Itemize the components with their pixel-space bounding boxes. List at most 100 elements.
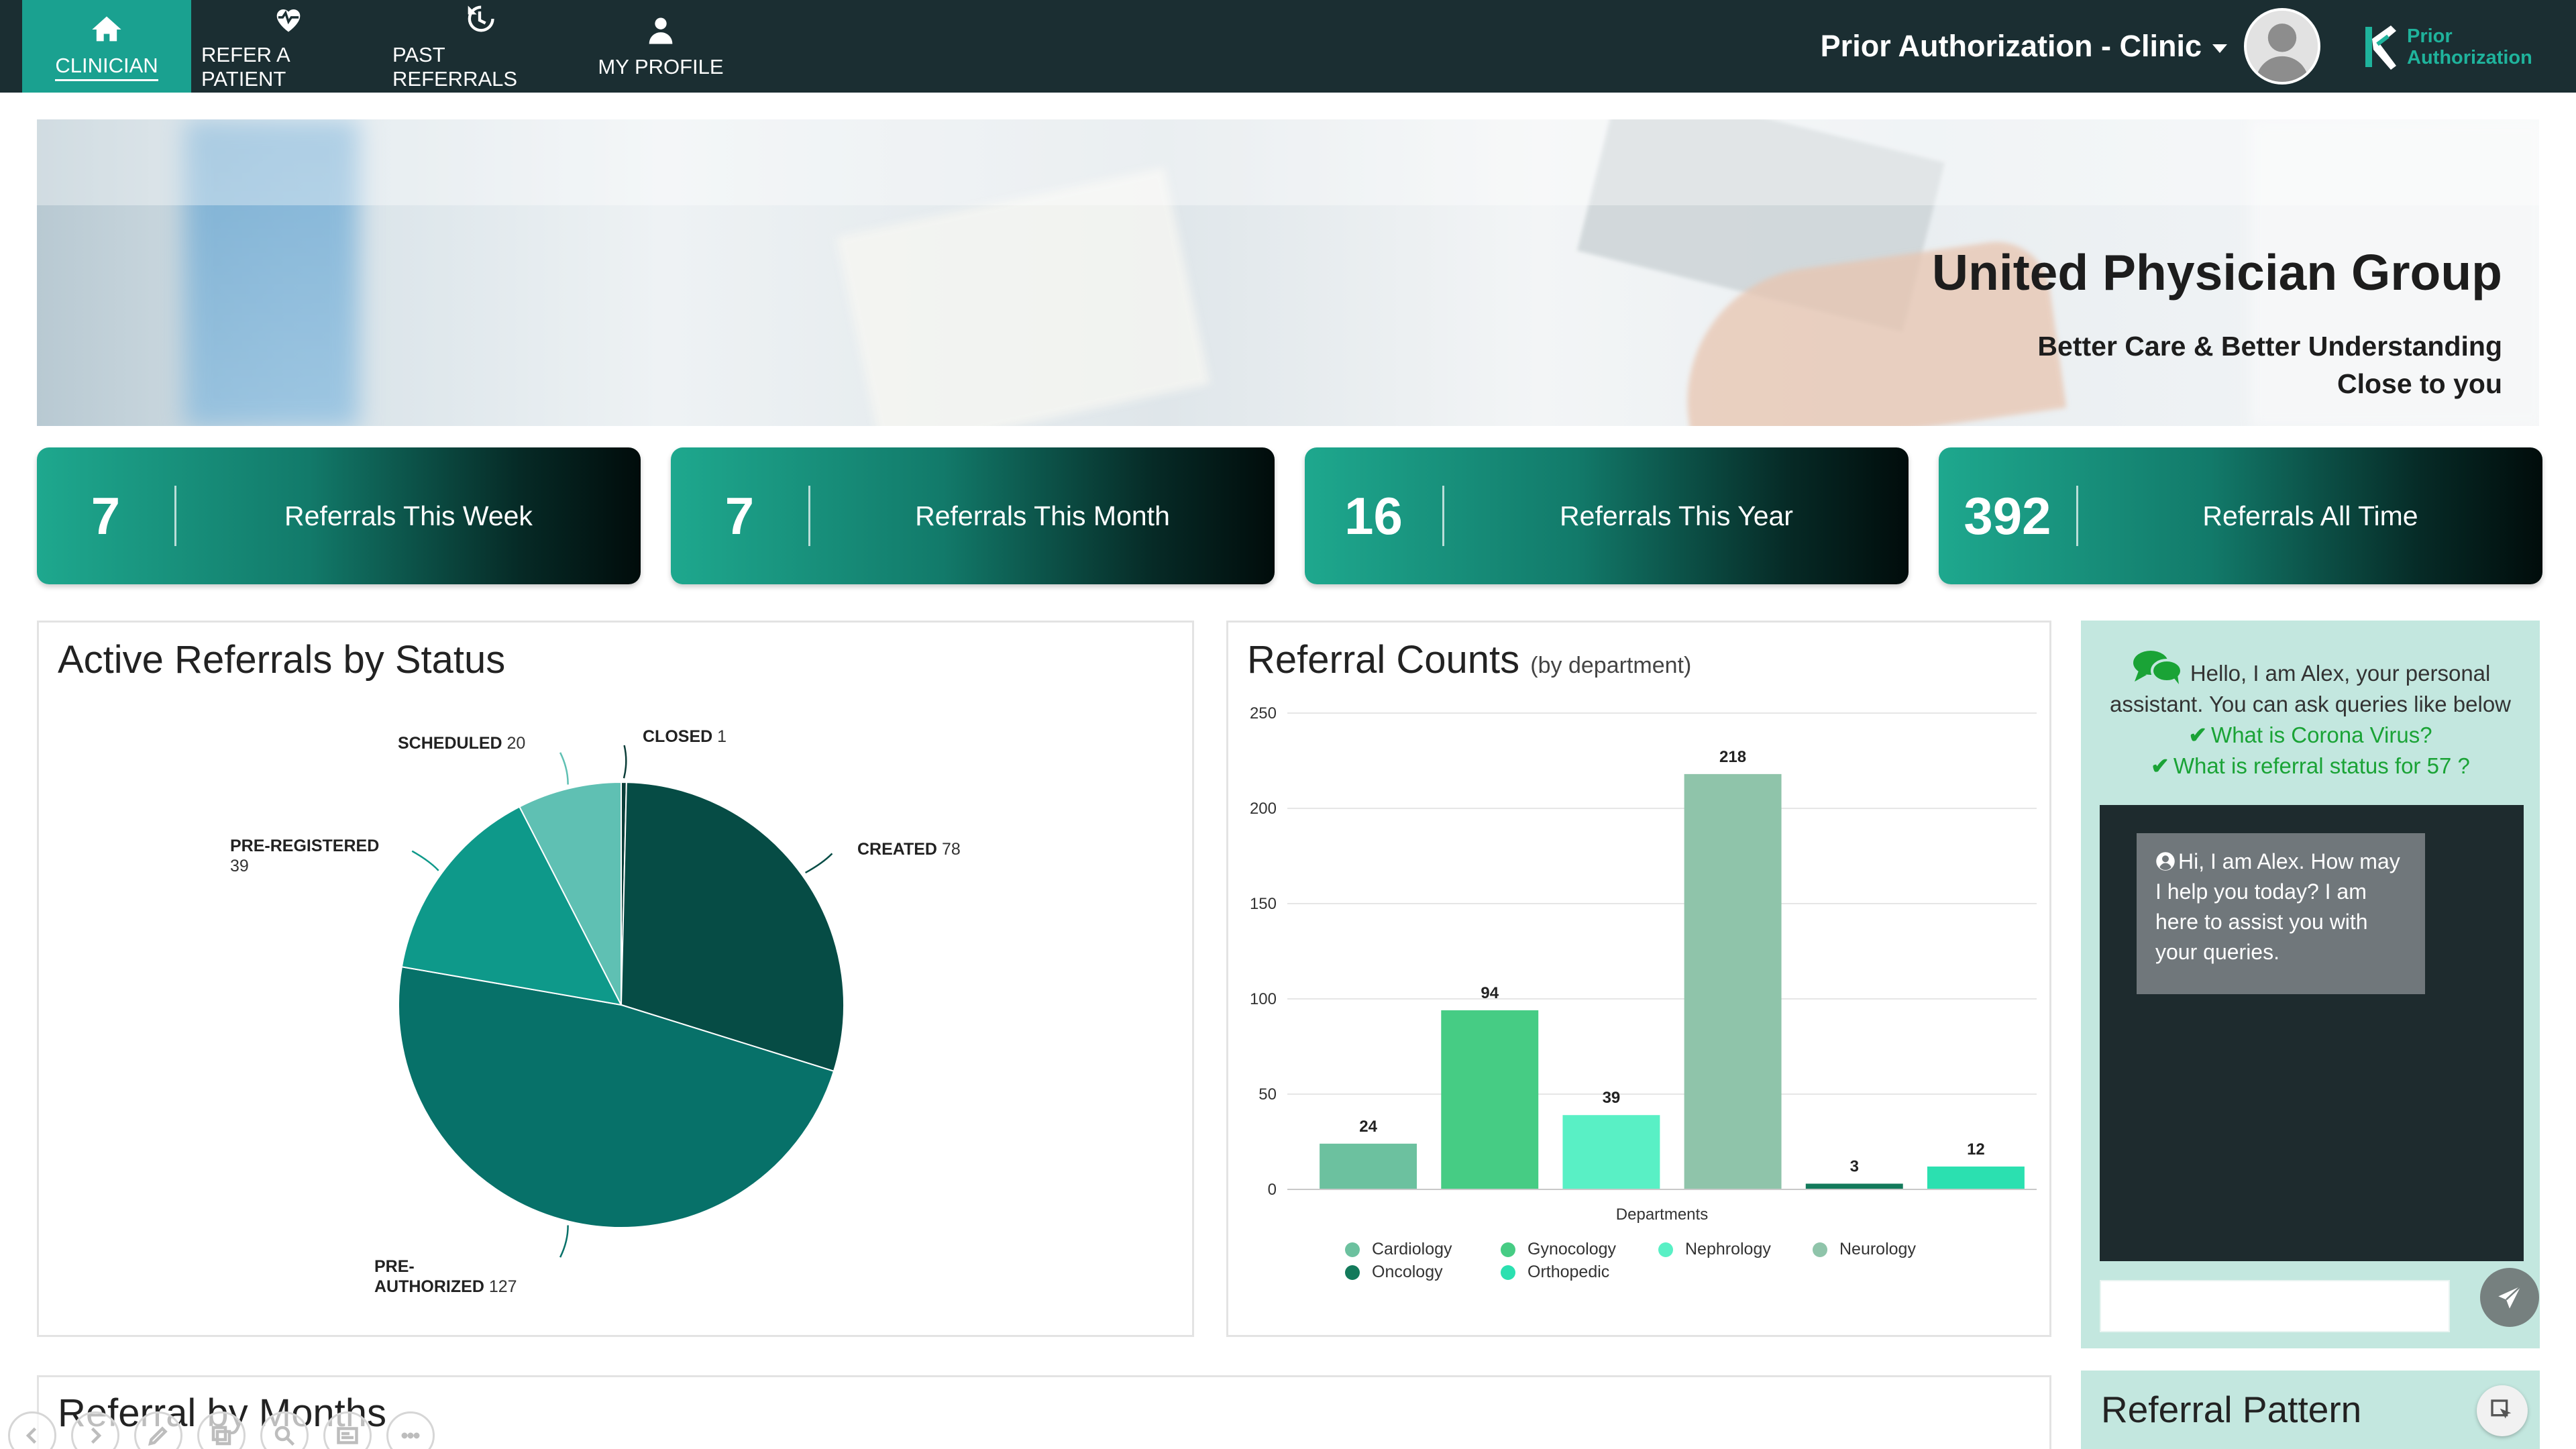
nav-item-refer-a-patient[interactable]: REFER A PATIENT (201, 0, 376, 93)
top-nav-bar: CLINICIAN REFER A PATIENT PAST REFERRALS… (0, 0, 2576, 93)
chat-input[interactable] (2100, 1280, 2450, 1332)
check-icon: ✔ (2188, 722, 2208, 747)
slides-icon (211, 1426, 231, 1446)
chat-intro: Hello, I am Alex, your personal assistan… (2101, 647, 2520, 782)
bar-value-label: 39 (1603, 1089, 1621, 1107)
history-icon (468, 5, 494, 32)
home-icon (92, 16, 121, 41)
clinic-title: Prior Authorization - Clinic (1820, 29, 2202, 63)
subtitles-icon (337, 1427, 358, 1444)
chat-example-text: What is Corona Virus? (2211, 722, 2432, 747)
legend-item-neurology: Neurology (1813, 1240, 1916, 1259)
arrow-left-icon (25, 1427, 37, 1444)
legend-item-cardiology: Cardiology (1345, 1240, 1452, 1259)
pattern-panel: Referral Pattern (2081, 1371, 2540, 1449)
stat-label: Referrals All Time (2202, 500, 2418, 531)
stat-label: Referrals This Year (1560, 500, 1793, 531)
legend-label: Gynocology (1527, 1240, 1617, 1258)
y-tick-label: 250 (1250, 704, 1277, 722)
stat-card-month[interactable]: 7 Referrals This Month (671, 447, 1275, 584)
banner-subtitle-line-1: Better Care & Better Understanding (2037, 331, 2502, 362)
magnifier-icon (274, 1426, 295, 1446)
pie-label-text: CREATED (857, 840, 937, 859)
y-tick-label: 200 (1250, 800, 1277, 818)
nav-item-my-profile[interactable]: MY PROFILE (584, 0, 738, 93)
nav-label: REFER A PATIENT (201, 43, 289, 91)
avatar-silhouette-icon (2247, 11, 2318, 82)
pie-label-pre-authorized: PRE- AUTHORIZED 127 (374, 1257, 517, 1296)
stat-label: Referrals This Month (915, 500, 1170, 531)
banner-title: United Physician Group (1931, 244, 2502, 301)
check-icon: ✔ (2151, 753, 2169, 778)
bar-nephrology[interactable] (1562, 1115, 1660, 1189)
department-chart-panel: Referral Counts (by department) 0 50 100 15… (1226, 621, 2051, 1337)
pie-label-value: 78 (941, 840, 961, 859)
pie-label-value: 127 (488, 1277, 517, 1296)
zoom-button[interactable] (260, 1411, 309, 1449)
pie-leader-line (411, 850, 439, 871)
pie-label-text: PRE-REGISTERED (230, 837, 380, 855)
banner-subtitle-line-2: Close to you (2337, 368, 2502, 399)
stat-label: Referrals This Week (284, 500, 533, 531)
pie-label-closed: CLOSED 1 (643, 727, 727, 747)
bot-message-bubble: Hi, I am Alex. How may I help you today?… (2137, 833, 2425, 994)
user-profile-icon (649, 17, 673, 44)
logo-line-1: Prior (2407, 25, 2453, 47)
legend-label: Nephrology (1685, 1240, 1771, 1258)
arrow-right-icon (91, 1427, 102, 1444)
legend-item-orthopedic: Orthopedic (1501, 1263, 1609, 1282)
panel-title: Referral Pattern (2101, 1389, 2362, 1430)
chat-example-1[interactable]: ✔ What is Corona Virus? (2101, 720, 2520, 751)
next-button[interactable] (71, 1411, 119, 1449)
user-circle-icon (2156, 852, 2175, 871)
status-chart-panel: Active Referrals by Status SCHEDULED 20 … (37, 621, 1194, 1337)
prev-button[interactable] (8, 1411, 56, 1449)
nav-item-clinician[interactable]: CLINICIAN (22, 0, 191, 93)
chat-example-text: What is referral status for 57 ? (2173, 753, 2470, 778)
stat-card-year[interactable]: 16 Referrals This Year (1305, 447, 1909, 584)
pen-button[interactable] (134, 1411, 182, 1449)
pen-icon (148, 1426, 168, 1446)
y-tick-label: 100 (1250, 990, 1277, 1008)
send-button[interactable] (2480, 1268, 2539, 1327)
pie-label-value: 39 (230, 857, 249, 875)
app-logo: Prior Authorization (2361, 20, 2549, 74)
clinic-selector[interactable]: Prior Authorization - Clinic (1821, 0, 2227, 93)
chevron-down-icon (2212, 44, 2227, 53)
legend-item-nephrology: Nephrology (1658, 1240, 1771, 1259)
stat-card-all-time[interactable]: 392 Referrals All Time (1939, 447, 2542, 584)
subtitles-button[interactable] (323, 1411, 372, 1449)
stat-value: 16 (1344, 486, 1403, 545)
bar-cardiology[interactable] (1320, 1143, 1417, 1189)
status-pie-chart (398, 745, 845, 1258)
more-options-button[interactable] (386, 1411, 435, 1449)
stat-value: 392 (1964, 486, 2051, 545)
logo-line-2: Authorization (2407, 47, 2532, 68)
presentation-toolbar (8, 1411, 449, 1449)
pie-leader-line (559, 752, 569, 785)
pie-leader-line (623, 745, 627, 779)
chat-example-2[interactable]: ✔ What is referral status for 57 ? (2101, 751, 2520, 782)
avatar[interactable] (2244, 8, 2320, 85)
pie-label-scheduled: SCHEDULED 20 (398, 733, 525, 753)
pie-label-value: 20 (506, 734, 526, 753)
stat-card-week[interactable]: 7 Referrals This Week (37, 447, 641, 584)
slides-button[interactable] (197, 1411, 246, 1449)
bar-oncology[interactable] (1805, 1183, 1903, 1189)
nav-item-past-referrals[interactable]: PAST REFERRALS (392, 0, 567, 93)
y-tick-label: 150 (1250, 895, 1277, 913)
select-cursor-button[interactable] (2477, 1385, 2528, 1436)
heart-pulse-icon (276, 9, 301, 32)
y-tick-label: 0 (1268, 1181, 1277, 1199)
hero-banner: United Physician Group Better Care & Bet… (37, 119, 2539, 426)
banner-subtitle: Better Care & Better Understanding Close… (2037, 327, 2502, 402)
nav-label: PAST REFERRALS (392, 43, 518, 91)
stat-value: 7 (91, 486, 121, 545)
bar-orthopedic[interactable] (1927, 1166, 2025, 1189)
pie-leader-line (805, 853, 833, 874)
chat-bubbles-icon (2133, 651, 2183, 684)
chat-message-area[interactable]: Hi, I am Alex. How may I help you today?… (2100, 805, 2524, 1261)
bar-gynocology[interactable] (1441, 1010, 1539, 1189)
pie-label-text: SCHEDULED (398, 734, 502, 753)
bar-neurology[interactable] (1684, 773, 1782, 1189)
